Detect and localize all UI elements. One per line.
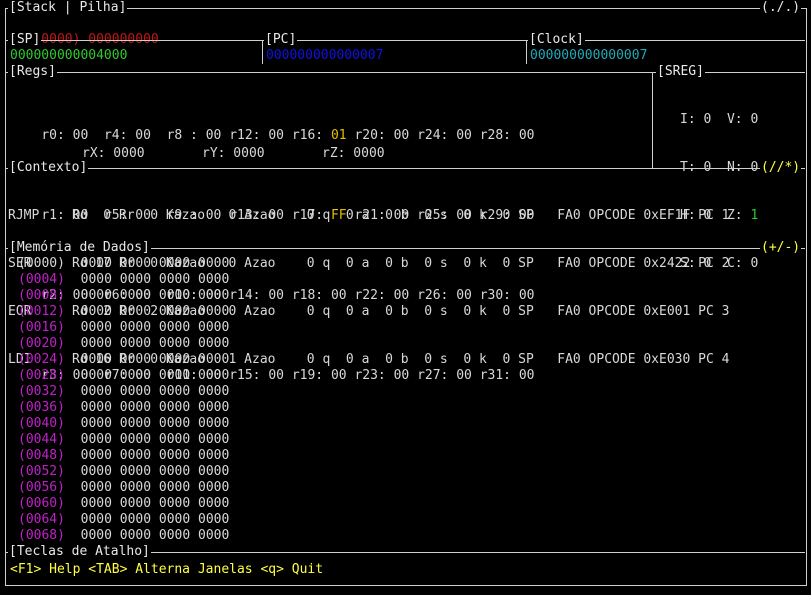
teclas-title: [Teclas de Atalho] bbox=[8, 544, 151, 560]
reg-r20: r20: 00 bbox=[354, 128, 410, 143]
memory-address: (0056) bbox=[18, 480, 65, 495]
memory-row: (0000) 0000 0000 0000 0000 bbox=[18, 256, 229, 272]
memory-address: (0048) bbox=[18, 448, 65, 463]
reg-rx: rX: 0000 bbox=[82, 146, 145, 161]
stack-title: [Stack | Pilha] bbox=[8, 0, 128, 16]
memory-address: (0020) bbox=[18, 336, 65, 351]
reg-rz: rZ: 0000 bbox=[322, 146, 385, 161]
memory-row: (0016) 0000 0000 0000 0000 bbox=[18, 320, 229, 336]
memory-data: 0000 0000 0000 0000 bbox=[80, 416, 230, 431]
reg-r28: r28: 00 bbox=[479, 128, 535, 143]
memory-data: 0000 0000 0000 0000 bbox=[80, 384, 230, 399]
memory-address: (0028) bbox=[18, 368, 65, 383]
contexto-row: RJMP Rd 0 Rr 0 Kazao 0 Azao 0 q 0 a 0 b 0… bbox=[8, 208, 729, 224]
memory-row: (0024) 0000 0000 0000 0000 bbox=[18, 352, 229, 368]
memory-data: 0000 0000 0000 0000 bbox=[80, 352, 230, 367]
memory-data: 0000 0000 0000 0000 bbox=[80, 400, 230, 415]
pc-title: [PC] bbox=[264, 32, 298, 48]
memory-data: 0000 0000 0000 0000 bbox=[80, 288, 230, 303]
memory-row: (0020) 0000 0000 0000 0000 bbox=[18, 336, 229, 352]
memory-row: (0004) 0000 0000 0000 0000 bbox=[18, 272, 229, 288]
memory-address: (0012) bbox=[18, 304, 65, 319]
memory-row: (0068) 0000 0000 0000 0000 bbox=[18, 528, 229, 544]
memory-row: (0048) 0000 0000 0000 0000 bbox=[18, 448, 229, 464]
memory-data: 0000 0000 0000 0000 bbox=[80, 448, 230, 463]
pc-value: 000000000000007 bbox=[266, 48, 384, 63]
memory-address: (0024) bbox=[18, 352, 65, 367]
memory-row: (0056) 0000 0000 0000 0000 bbox=[18, 480, 229, 496]
memory-address: (0060) bbox=[18, 496, 65, 511]
contexto-corner[interactable]: (//*) bbox=[760, 160, 802, 176]
memory-row: (0040) 0000 0000 0000 0000 bbox=[18, 416, 229, 432]
memory-address: (0000) bbox=[18, 256, 65, 271]
memory-row: (0044) 0000 0000 0000 0000 bbox=[18, 432, 229, 448]
instr-fields: Rd 0 Rr 0 Kazao 0 Azao 0 q 0 a 0 b 0 s 0… bbox=[72, 208, 730, 223]
memory-data: 0000 0000 0000 0000 bbox=[80, 368, 230, 383]
sp-title: [SP] bbox=[8, 32, 42, 48]
contexto-title: [Contexto] bbox=[8, 160, 89, 176]
memoria-title: [Memória de Dados] bbox=[8, 240, 151, 256]
memory-row: (0012) 0000 0000 0000 0000 bbox=[18, 304, 229, 320]
reg-ry: rY: 0000 bbox=[202, 146, 265, 161]
memory-row: (0032) 0000 0000 0000 0000 bbox=[18, 384, 229, 400]
memory-address: (0004) bbox=[18, 272, 65, 287]
flag-i: I: 0 bbox=[680, 112, 712, 127]
memory-data: 0000 0000 0000 0000 bbox=[80, 336, 230, 351]
memory-data: 0000 0000 0000 0000 bbox=[80, 304, 230, 319]
memory-address: (0036) bbox=[18, 400, 65, 415]
flag-v: V: 0 bbox=[726, 112, 759, 127]
memory-row: (0036) 0000 0000 0000 0000 bbox=[18, 400, 229, 416]
reg-r0: r0: 00 bbox=[41, 128, 89, 143]
reg-r4: r4: 00 bbox=[103, 128, 151, 143]
reg-r24: r24: 00 bbox=[417, 128, 472, 143]
memory-address: (0044) bbox=[18, 432, 65, 447]
memory-address: (0032) bbox=[18, 384, 65, 399]
sreg-row: I: 0 V: 0 bbox=[680, 112, 758, 128]
memory-row: (0008) 0000 0000 0000 0000 bbox=[18, 288, 229, 304]
shortcuts-line: <F1> Help <TAB> Alterna Janelas <q> Quit bbox=[10, 562, 324, 577]
memory-address: (0052) bbox=[18, 464, 65, 479]
memory-data: 0000 0000 0000 0000 bbox=[80, 256, 230, 271]
memoria-block: (0000) 0000 0000 0000 0000 (0004) 0000 00… bbox=[18, 256, 229, 544]
memory-data: 0000 0000 0000 0000 bbox=[80, 432, 230, 447]
flag-c: C: 0 bbox=[726, 256, 759, 271]
memory-data: 0000 0000 0000 0000 bbox=[80, 320, 230, 335]
memory-row: (0052) 0000 0000 0000 0000 bbox=[18, 464, 229, 480]
clock-title: [Clock] bbox=[528, 32, 585, 48]
memory-address: (0068) bbox=[18, 528, 65, 543]
regs-title: [Regs] bbox=[8, 64, 57, 80]
sp-value: 000000000004000 bbox=[10, 48, 128, 63]
memory-address: (0008) bbox=[18, 288, 65, 303]
memory-address: (0016) bbox=[18, 320, 65, 335]
memoria-corner[interactable]: (+/-) bbox=[760, 240, 802, 256]
memory-data: 0000 0000 0000 0000 bbox=[80, 528, 230, 543]
reg-r8: r8 : 00 bbox=[166, 128, 222, 143]
memory-data: 0000 0000 0000 0000 bbox=[80, 272, 230, 287]
memory-address: (0040) bbox=[18, 416, 65, 431]
instr-name: RJMP bbox=[8, 208, 40, 223]
memory-data: 0000 0000 0000 0000 bbox=[80, 480, 230, 495]
memory-data: 0000 0000 0000 0000 bbox=[80, 512, 230, 527]
reg-r16-label: r16: bbox=[291, 128, 324, 143]
memory-row: (0060) 0000 0000 0000 0000 bbox=[18, 496, 229, 512]
memory-data: 0000 0000 0000 0000 bbox=[80, 496, 230, 511]
stack-corner[interactable]: (./.) bbox=[760, 0, 802, 16]
memory-data: 0000 0000 0000 0000 bbox=[80, 464, 230, 479]
reg-r16-value: 01 bbox=[330, 128, 347, 143]
memory-address: (0064) bbox=[18, 512, 65, 527]
memory-row: (0064) 0000 0000 0000 0000 bbox=[18, 512, 229, 528]
memory-row: (0028) 0000 0000 0000 0000 bbox=[18, 368, 229, 384]
clock-value: 000000000000007 bbox=[530, 48, 648, 63]
reg-r12: r12: 00 bbox=[229, 128, 284, 143]
sreg-title: [SREG] bbox=[656, 64, 705, 80]
flag-z-value: 1 bbox=[750, 208, 759, 223]
